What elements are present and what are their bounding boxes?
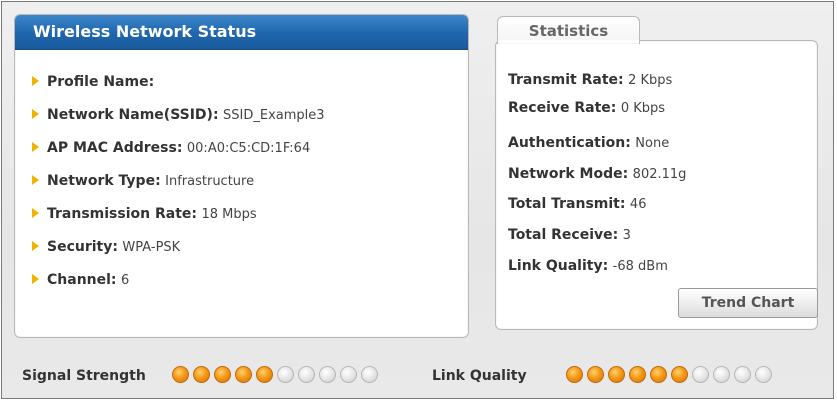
total-transmit-label: Total Transmit:: [508, 196, 626, 212]
signal-dot-on: [256, 366, 273, 383]
network-type-value: Infrastructure: [165, 174, 255, 189]
link-dot-off: [713, 366, 730, 383]
link-quality-value: -68 dBm: [612, 259, 668, 274]
transmission-rate-value: 18 Mbps: [201, 207, 257, 222]
link-quality-meter-label: Link Quality: [432, 368, 527, 384]
ap-mac-label: AP MAC Address:: [47, 140, 183, 156]
authentication-value: None: [635, 136, 670, 151]
signal-dot-off: [361, 366, 378, 383]
total-transmit-value: 46: [629, 197, 647, 212]
stat-row-receive-rate: Receive Rate: 0 Kbps: [508, 100, 665, 116]
arrow-bullet-icon: [32, 241, 39, 251]
network-mode-label: Network Mode:: [508, 166, 629, 182]
network-mode-value: 802.11g: [632, 167, 687, 182]
status-row-transmission-rate: Transmission Rate: 18 Mbps: [32, 206, 257, 222]
profile-name-label: Profile Name:: [47, 74, 155, 90]
status-row-network-type: Network Type: Infrastructure: [32, 173, 254, 189]
receive-rate-value: 0 Kbps: [620, 101, 666, 116]
security-label: Security:: [47, 239, 118, 255]
link-quality-label: Link Quality:: [508, 258, 609, 274]
signal-dot-on: [235, 366, 252, 383]
transmission-rate-label: Transmission Rate:: [47, 206, 197, 222]
link-dot-on: [671, 366, 688, 383]
link-dot-on: [587, 366, 604, 383]
stat-row-link-quality: Link Quality: -68 dBm: [508, 258, 668, 274]
total-receive-value: 3: [622, 228, 631, 243]
signal-dot-on: [172, 366, 189, 383]
link-dot-off: [692, 366, 709, 383]
arrow-bullet-icon: [32, 142, 39, 152]
signal-strength-label: Signal Strength: [22, 368, 146, 384]
link-dot-on: [608, 366, 625, 383]
authentication-label: Authentication:: [508, 135, 631, 151]
transmit-rate-value: 2 Kbps: [628, 73, 673, 88]
signal-dot-on: [214, 366, 231, 383]
ssid-value: SSID_Example3: [223, 108, 325, 123]
link-dot-off: [734, 366, 751, 383]
link-quality-meter: [566, 366, 772, 383]
total-receive-label: Total Receive:: [508, 227, 619, 243]
channel-label: Channel:: [47, 272, 117, 288]
status-row-ssid: Network Name(SSID): SSID_Example3: [32, 107, 325, 123]
signal-dot-off: [277, 366, 294, 383]
link-dot-on: [650, 366, 667, 383]
network-type-label: Network Type:: [47, 173, 161, 189]
stat-row-authentication: Authentication: None: [508, 135, 669, 151]
receive-rate-label: Receive Rate:: [508, 100, 617, 116]
stat-row-network-mode: Network Mode: 802.11g: [508, 166, 686, 182]
signal-dot-off: [298, 366, 315, 383]
signal-dot-on: [193, 366, 210, 383]
signal-strength-meter: [172, 366, 378, 383]
stat-row-transmit-rate: Transmit Rate: 2 Kbps: [508, 72, 672, 88]
status-row-profile-name: Profile Name:: [32, 74, 154, 90]
tab-connector: [498, 40, 639, 43]
arrow-bullet-icon: [32, 274, 39, 284]
stat-row-total-transmit: Total Transmit: 46: [508, 196, 646, 212]
status-row-security: Security: WPA-PSK: [32, 239, 180, 255]
arrow-bullet-icon: [32, 208, 39, 218]
ssid-label: Network Name(SSID):: [47, 107, 219, 123]
arrow-bullet-icon: [32, 175, 39, 185]
transmit-rate-label: Transmit Rate:: [508, 72, 624, 88]
status-row-channel: Channel: 6: [32, 272, 129, 288]
arrow-bullet-icon: [32, 109, 39, 119]
signal-dot-off: [319, 366, 336, 383]
panel-title: Wireless Network Status: [15, 15, 468, 50]
link-dot-on: [566, 366, 583, 383]
security-value: WPA-PSK: [122, 240, 181, 255]
signal-dot-off: [340, 366, 357, 383]
ap-mac-value: 00:A0:C5:CD:1F:64: [186, 141, 311, 156]
link-dot-off: [755, 366, 772, 383]
stat-row-total-receive: Total Receive: 3: [508, 227, 631, 243]
arrow-bullet-icon: [32, 76, 39, 86]
status-row-ap-mac: AP MAC Address: 00:A0:C5:CD:1F:64: [32, 140, 310, 156]
channel-value: 6: [120, 273, 130, 288]
link-dot-on: [629, 366, 646, 383]
trend-chart-button[interactable]: Trend Chart: [678, 288, 818, 318]
